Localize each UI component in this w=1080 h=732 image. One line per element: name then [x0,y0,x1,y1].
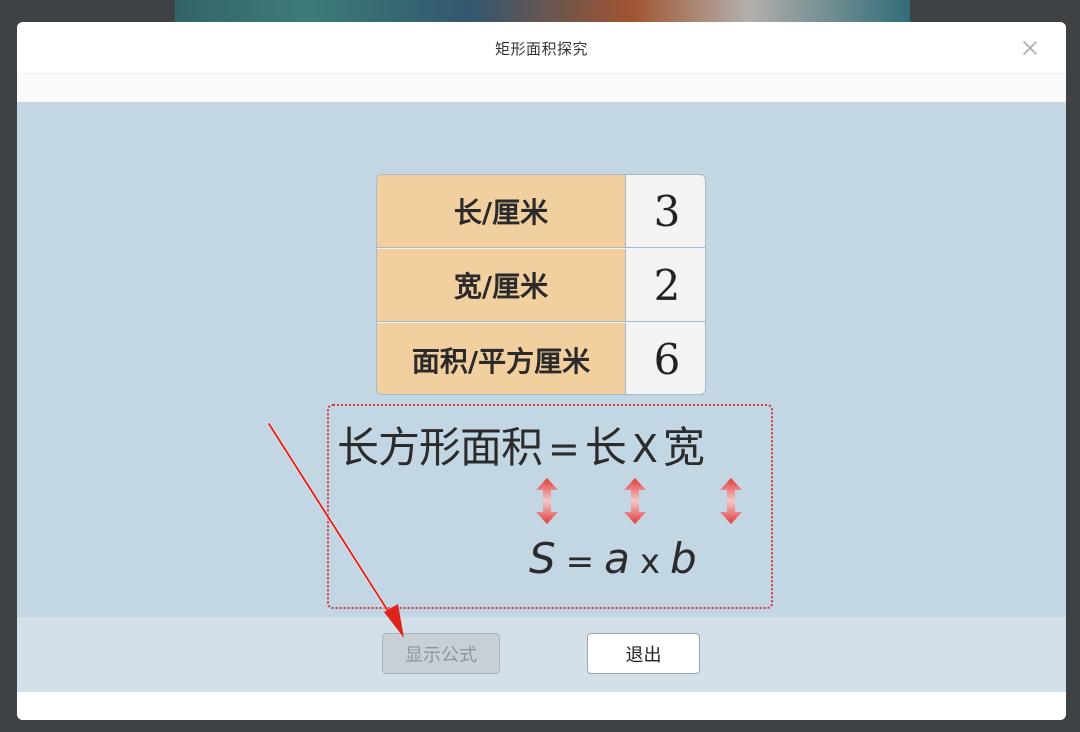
double-arrow-icon [624,478,646,524]
formula-symbolic: S = a x b [529,534,769,583]
double-arrow-icon [720,478,742,524]
table-row-area: 面积/平方厘米 6 [377,323,705,394]
length-value: 3 [653,186,681,236]
dialog-bottom-bar [17,692,1066,720]
area-label: 面积/平方厘米 [377,323,626,394]
length-label: 长/厘米 [377,175,626,247]
formula-symbolic-times: x [639,542,661,582]
background-app-strip [175,0,910,22]
dialog-title: 矩形面积探究 [494,40,588,58]
table-row-length: 长/厘米 3 [377,175,705,248]
formula-times: X [631,427,658,471]
formula-s: S [529,534,556,583]
area-value: 6 [653,335,681,384]
dialog-window: 矩形面积探究 长/厘米 3 宽/厘米 2 面积/平方厘米 6 长方形面积 = 长 X 宽 [17,22,1066,720]
formula-equals: = [548,427,580,471]
formula-length-term: 长 [584,423,627,472]
exit-button[interactable]: 退出 [587,633,700,674]
rectangle-data-table: 长/厘米 3 宽/厘米 2 面积/平方厘米 6 [376,174,706,395]
formula-symbolic-equals: = [565,542,595,582]
close-icon[interactable] [1020,38,1040,58]
formula-box: 长方形面积 = 长 X 宽 S = a x b [327,404,773,609]
content-area: 长/厘米 3 宽/厘米 2 面积/平方厘米 6 长方形面积 = 长 X 宽 S … [17,102,1066,617]
dialog-titlebar: 矩形面积探究 [17,22,1066,74]
formula-b: b [670,534,697,583]
formula-width-term: 宽 [662,423,705,472]
width-label: 宽/厘米 [377,249,626,321]
width-value: 2 [653,260,681,310]
table-row-width: 宽/厘米 2 [377,249,705,322]
show-formula-button[interactable]: 显示公式 [382,633,500,674]
dialog-footer [17,617,1066,692]
double-arrow-icon [536,478,558,524]
formula-a: a [604,534,630,583]
formula-chinese: 长方形面积 = 长 X 宽 [337,414,767,475]
dialog-subbar [17,74,1066,102]
formula-area-term: 长方形面积 [337,423,543,472]
